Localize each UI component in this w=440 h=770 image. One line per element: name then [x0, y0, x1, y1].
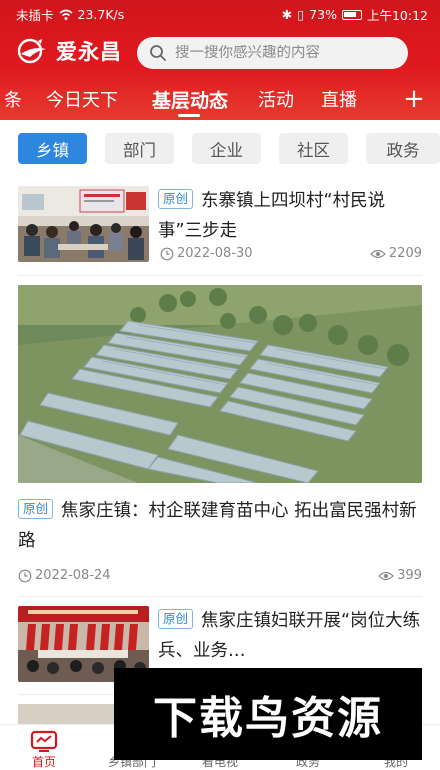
clock: 上午10:12: [366, 8, 428, 23]
clock-icon: [160, 247, 174, 260]
subtab-1[interactable]: 部门: [105, 133, 174, 164]
subtab-2[interactable]: 企业: [192, 133, 261, 164]
subtab-0[interactable]: 乡镇: [18, 133, 87, 164]
subtab-3[interactable]: 社区: [279, 133, 348, 164]
vibrate-icon: ▯: [297, 7, 305, 22]
app-bar: 爱永昌: [0, 28, 440, 78]
article-date: 2022-08-24: [18, 568, 111, 583]
app-logo[interactable]: 爱永昌: [16, 36, 122, 66]
article-title-text: 焦家庄镇：村企联建育苗中心 拓出富民强村新路: [18, 501, 417, 551]
article-cover-image[interactable]: [18, 285, 422, 483]
meeting-photo: [18, 186, 149, 262]
carrier-label: 未插卡: [16, 8, 54, 23]
article-date: 2022-08-30: [160, 246, 253, 261]
article-title: 原创 东寨镇上四坝村“村民说事”三步走: [158, 186, 422, 246]
wifi-icon: [59, 9, 73, 20]
nav-home-label: 首页: [31, 755, 56, 769]
active-tab-indicator: [178, 114, 200, 117]
app-screen: 未插卡 23.7K/s ✱ ▯ 73% 上午10:12 爱永昌 搜一搜你感兴趣的…: [0, 0, 440, 770]
article-date-text: 2022-08-30: [177, 246, 253, 261]
tab-channel-1[interactable]: 今日天下: [46, 86, 118, 112]
battery-percent: 73%: [309, 7, 337, 22]
logo-text: 爱永昌: [56, 40, 122, 64]
search-bar[interactable]: [137, 37, 408, 69]
original-badge: 原创: [18, 499, 54, 519]
app-header: 未插卡 23.7K/s ✱ ▯ 73% 上午10:12 爱永昌 搜一搜你感兴趣的…: [0, 0, 440, 120]
status-bar: 未插卡 23.7K/s ✱ ▯ 73% 上午10:12: [0, 0, 440, 26]
article-title-text: 焦家庄镇妇联开展“岗位大练兵、业务…: [158, 611, 421, 661]
article-views: 399: [378, 568, 422, 583]
article-views: 2209: [370, 246, 422, 261]
nav-home[interactable]: 首页: [0, 727, 88, 770]
home-tv-icon: [30, 730, 58, 752]
watermark-banner: 下载鸟资源: [114, 668, 422, 760]
logo-emblem-icon: [17, 38, 46, 64]
tab-channel-4[interactable]: 直播: [321, 86, 357, 112]
search-input[interactable]: [175, 45, 385, 61]
eye-icon: [378, 571, 395, 580]
clock-icon: [18, 569, 32, 582]
battery-icon: [341, 9, 362, 20]
article-views-text: 399: [397, 568, 422, 583]
search-icon: [150, 45, 166, 61]
article-views-text: 2209: [388, 246, 422, 261]
article-thumbnail: [18, 186, 149, 262]
article-item[interactable]: 原创 东寨镇上四坝村“村民说事”三步走 2022-08-30 2209: [18, 178, 422, 268]
original-badge: 原创: [158, 609, 194, 629]
network-speed: 23.7K/s: [77, 7, 125, 22]
bluetooth-icon: ✱: [281, 7, 293, 22]
greenhouse-aerial-photo: [18, 285, 422, 483]
add-channel-button[interactable]: +: [400, 82, 428, 116]
tab-channel-0[interactable]: 条: [4, 86, 22, 112]
subcategory-tabs: 乡镇 部门 企业 社区 政务: [0, 128, 440, 172]
article-date-text: 2022-08-24: [35, 568, 111, 583]
article-title[interactable]: 原创 焦家庄镇：村企联建育苗中心 拓出富民强村新路: [18, 496, 422, 556]
tab-channel-2[interactable]: 基层动态: [152, 86, 228, 113]
tab-channel-3[interactable]: 活动: [258, 86, 294, 112]
eye-icon: [370, 249, 386, 258]
divider: [18, 596, 422, 597]
divider: [18, 275, 422, 276]
original-badge: 原创: [158, 189, 194, 209]
article-title: 原创 焦家庄镇妇联开展“岗位大练兵、业务…: [158, 606, 422, 666]
channel-tabs: 条 今日天下 基层动态 活动 直播: [0, 80, 400, 120]
subtab-4[interactable]: 政务: [366, 133, 440, 164]
